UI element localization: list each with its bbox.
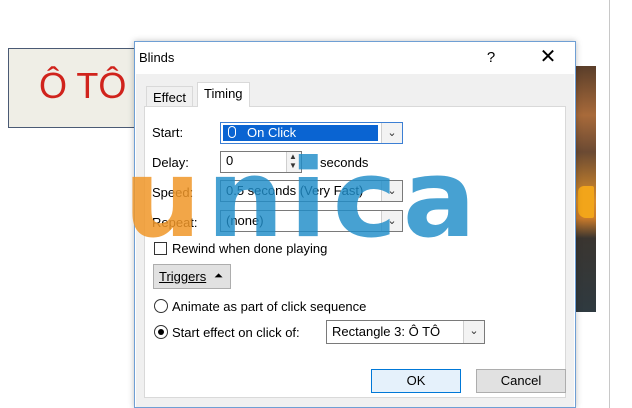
spin-up-icon[interactable]: ▲	[289, 153, 297, 161]
expand-collapse-icon: ⏶	[214, 270, 223, 282]
animate-sequence-radio[interactable]	[154, 299, 168, 313]
delay-unit: seconds	[320, 155, 369, 170]
chevron-down-icon[interactable]: ⌄	[463, 321, 484, 343]
chevron-down-icon[interactable]: ⌄	[381, 211, 402, 231]
chevron-down-icon[interactable]: ⌄	[381, 123, 402, 143]
start-value: On Click	[247, 125, 297, 140]
start-on-click-radio[interactable]	[154, 325, 168, 339]
slide-shape-text: Ô TÔ	[39, 65, 127, 106]
repeat-dropdown[interactable]: (none) ⌄	[220, 210, 403, 232]
trigger-target-value: Rectangle 3: Ô TÔ	[332, 324, 441, 339]
help-button[interactable]: ?	[477, 48, 505, 68]
start-label: Start:	[152, 125, 184, 140]
trigger-target-dropdown[interactable]: Rectangle 3: Ô TÔ ⌄	[326, 320, 485, 344]
dialog-title: Blinds	[139, 50, 175, 65]
triggers-button[interactable]: Triggers ⏶	[153, 264, 231, 289]
repeat-label: Repeat:	[152, 215, 198, 230]
mouse-icon	[228, 126, 236, 138]
animate-sequence-label: Animate as part of click sequence	[172, 299, 367, 314]
close-icon[interactable]: ✕	[533, 46, 563, 68]
ok-button[interactable]: OK	[371, 369, 461, 393]
speed-value: 0.5 seconds (Very Fast)	[226, 183, 364, 198]
slide-photo-detail	[578, 186, 594, 218]
speed-dropdown[interactable]: 0.5 seconds (Very Fast) ⌄	[220, 180, 403, 202]
delay-stepper[interactable]: 0 ▲ ▼	[220, 151, 302, 173]
cancel-button[interactable]: Cancel	[476, 369, 566, 393]
speed-label: Speed:	[152, 185, 194, 200]
delay-label: Delay:	[152, 155, 189, 170]
delay-value: 0	[226, 153, 234, 168]
triggers-label: Triggers	[159, 269, 207, 284]
tab-effect[interactable]: Effect	[146, 86, 194, 107]
chevron-down-icon[interactable]: ⌄	[381, 181, 402, 201]
spin-down-icon[interactable]: ▼	[289, 162, 297, 170]
delay-spin-buttons[interactable]: ▲ ▼	[286, 152, 301, 172]
tab-timing[interactable]: Timing	[197, 82, 250, 107]
dialog-titlebar[interactable]: Blinds ? ✕	[135, 42, 575, 74]
start-on-click-label: Start effect on click of:	[172, 325, 300, 340]
rewind-checkbox[interactable]	[154, 242, 167, 255]
rewind-label: Rewind when done playing	[172, 241, 328, 256]
start-dropdown[interactable]: On Click ⌄	[220, 122, 403, 144]
slide-edge-line	[609, 0, 610, 408]
repeat-value: (none)	[226, 213, 264, 228]
